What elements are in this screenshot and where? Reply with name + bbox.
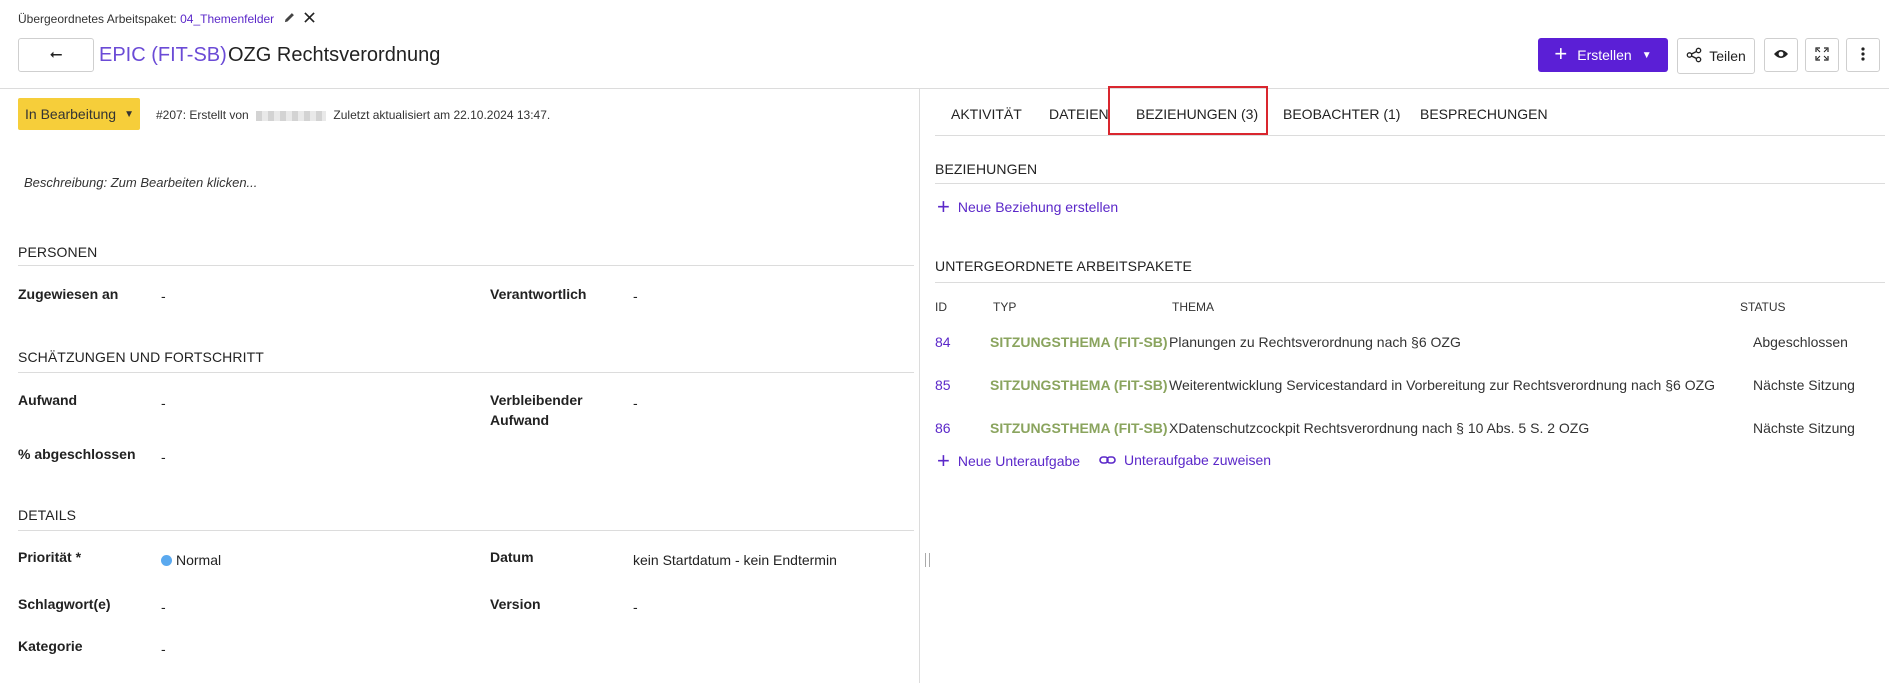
page-title[interactable]: OZG Rechtsverordnung [228, 44, 440, 67]
children-title: UNTERGEORDNETE ARBEITSPAKETE [935, 258, 1192, 274]
create-button-label: Erstellen [1577, 47, 1632, 63]
date-value[interactable]: kein Startdatum - kein Endtermin [633, 552, 837, 568]
redacted-author [256, 110, 327, 121]
row-type: SITZUNGSTHEMA (FIT-SB) [990, 334, 1168, 350]
tab-files[interactable]: DATEIEN [1049, 106, 1109, 122]
work-package-meta: #207: Erstellt von Zuletzt aktualisiert … [156, 108, 550, 122]
remaining-effort-value[interactable]: - [633, 395, 638, 411]
section-divider [18, 530, 914, 531]
row-type: SITZUNGSTHEMA (FIT-SB) [990, 420, 1168, 436]
section-divider [18, 265, 914, 266]
column-header-status[interactable]: STATUS [1740, 300, 1786, 314]
row-subject[interactable]: Planungen zu Rechtsverordnung nach §6 OZ… [1169, 334, 1461, 350]
tab-activity[interactable]: AKTIVITÄT [951, 106, 1022, 122]
relations-title: BEZIEHUNGEN [935, 161, 1038, 177]
header-divider [0, 88, 1889, 89]
work-package-type: EPIC (FIT-SB) [99, 44, 227, 66]
parent-work-package-line: Übergeordnetes Arbeitspaket: 04_Themenfe… [18, 12, 315, 26]
priority-value[interactable]: Normal [161, 552, 221, 568]
section-divider [935, 183, 1885, 184]
row-id[interactable]: 86 [935, 420, 951, 436]
remaining-effort-label-line1: Verbleibender [490, 392, 583, 408]
status-dropdown[interactable]: In Bearbeitung ▼ [18, 98, 140, 130]
column-header-subject[interactable]: THEMA [1172, 300, 1214, 314]
parent-label: Übergeordnetes Arbeitspaket: [18, 12, 177, 26]
meta-prefix: #207: Erstellt von [156, 108, 249, 122]
parent-link[interactable]: 04_Themenfelder [180, 12, 274, 26]
share-button-label: Teilen [1709, 48, 1746, 64]
assignee-label: Zugewiesen an [18, 286, 119, 302]
tags-value[interactable]: - [161, 599, 166, 615]
row-id[interactable]: 85 [935, 377, 951, 393]
column-header-id[interactable]: ID [935, 300, 947, 314]
description-field[interactable]: Beschreibung: Zum Bearbeiten klicken... [24, 175, 257, 190]
category-value[interactable]: - [161, 641, 166, 657]
section-title-personen: PERSONEN [18, 244, 98, 260]
status-label: In Bearbeitung [25, 106, 117, 122]
section-divider [935, 282, 1885, 283]
caret-down-icon: ▼ [1641, 49, 1652, 61]
row-id[interactable]: 84 [935, 334, 951, 350]
assign-child-label: Unteraufgabe zuweisen [1124, 452, 1272, 468]
link-icon [1099, 452, 1116, 468]
pane-divider [919, 89, 920, 683]
tabs-divider [935, 135, 1885, 136]
tab-watchers[interactable]: BEOBACHTER (1) [1283, 106, 1400, 122]
more-vertical-icon [1861, 46, 1865, 64]
priority-label: Priorität * [18, 549, 82, 565]
version-label: Version [490, 596, 541, 612]
row-status[interactable]: Abgeschlossen [1753, 334, 1848, 350]
create-button[interactable]: + Erstellen ▼ [1538, 38, 1668, 72]
more-button[interactable] [1846, 38, 1880, 72]
responsible-value[interactable]: - [633, 288, 638, 304]
row-status[interactable]: Nächste Sitzung [1753, 377, 1855, 393]
new-relation-label: Neue Beziehung erstellen [957, 199, 1119, 215]
remaining-effort-label-line2: Aufwand [490, 412, 550, 428]
active-tab-highlight [1108, 86, 1268, 135]
back-button[interactable]: ⭠ [18, 38, 94, 72]
tags-label: Schlagwort(e) [18, 596, 111, 612]
section-title-estimates: SCHÄTZUNGEN UND FORTSCHRITT [18, 349, 264, 365]
row-type: SITZUNGSTHEMA (FIT-SB) [990, 377, 1168, 393]
row-subject[interactable]: Weiterentwicklung Servicestandard in Vor… [1169, 377, 1715, 393]
row-subject[interactable]: XDatenschutzcockpit Rechtsverordnung nac… [1169, 420, 1589, 436]
assign-child-link[interactable]: Unteraufgabe zuweisen [1099, 452, 1271, 468]
meta-suffix: Zuletzt aktualisiert am 22.10.2024 13:47… [333, 108, 551, 122]
date-label: Datum [490, 549, 534, 565]
share-icon [1686, 47, 1702, 66]
assignee-value[interactable]: - [161, 288, 166, 304]
column-header-type[interactable]: TYP [993, 300, 1016, 314]
pane-resize-handle[interactable] [925, 553, 930, 567]
expand-icon [1815, 46, 1829, 64]
effort-label: Aufwand [18, 392, 78, 408]
effort-value[interactable]: - [161, 395, 166, 411]
arrow-left-icon: ⭠ [49, 46, 63, 63]
new-child-link[interactable]: + Neue Unteraufgabe [937, 450, 1080, 472]
fullscreen-button[interactable] [1805, 38, 1839, 72]
tab-meetings[interactable]: BESPRECHUNGEN [1420, 106, 1548, 122]
new-relation-link[interactable]: + Neue Beziehung erstellen [937, 196, 1118, 218]
section-divider [18, 372, 914, 373]
watch-button[interactable] [1764, 38, 1798, 72]
pencil-icon[interactable] [284, 12, 295, 26]
section-title-details: DETAILS [18, 507, 77, 523]
eye-icon [1773, 47, 1789, 63]
share-button[interactable]: Teilen [1677, 38, 1755, 74]
category-label: Kategorie [18, 638, 83, 654]
caret-down-icon: ▼ [124, 108, 134, 120]
percent-done-value[interactable]: - [161, 449, 166, 465]
new-child-label: Neue Unteraufgabe [957, 453, 1081, 469]
plus-icon: + [937, 194, 950, 219]
close-icon[interactable] [304, 12, 315, 26]
percent-done-label: % abgeschlossen [18, 446, 136, 462]
plus-icon: + [937, 448, 950, 473]
priority-text: Normal [176, 552, 222, 568]
plus-icon: + [1554, 41, 1568, 66]
version-value[interactable]: - [633, 599, 638, 615]
responsible-label: Verantwortlich [490, 286, 587, 302]
priority-color-icon [161, 554, 172, 566]
row-status[interactable]: Nächste Sitzung [1753, 420, 1855, 436]
